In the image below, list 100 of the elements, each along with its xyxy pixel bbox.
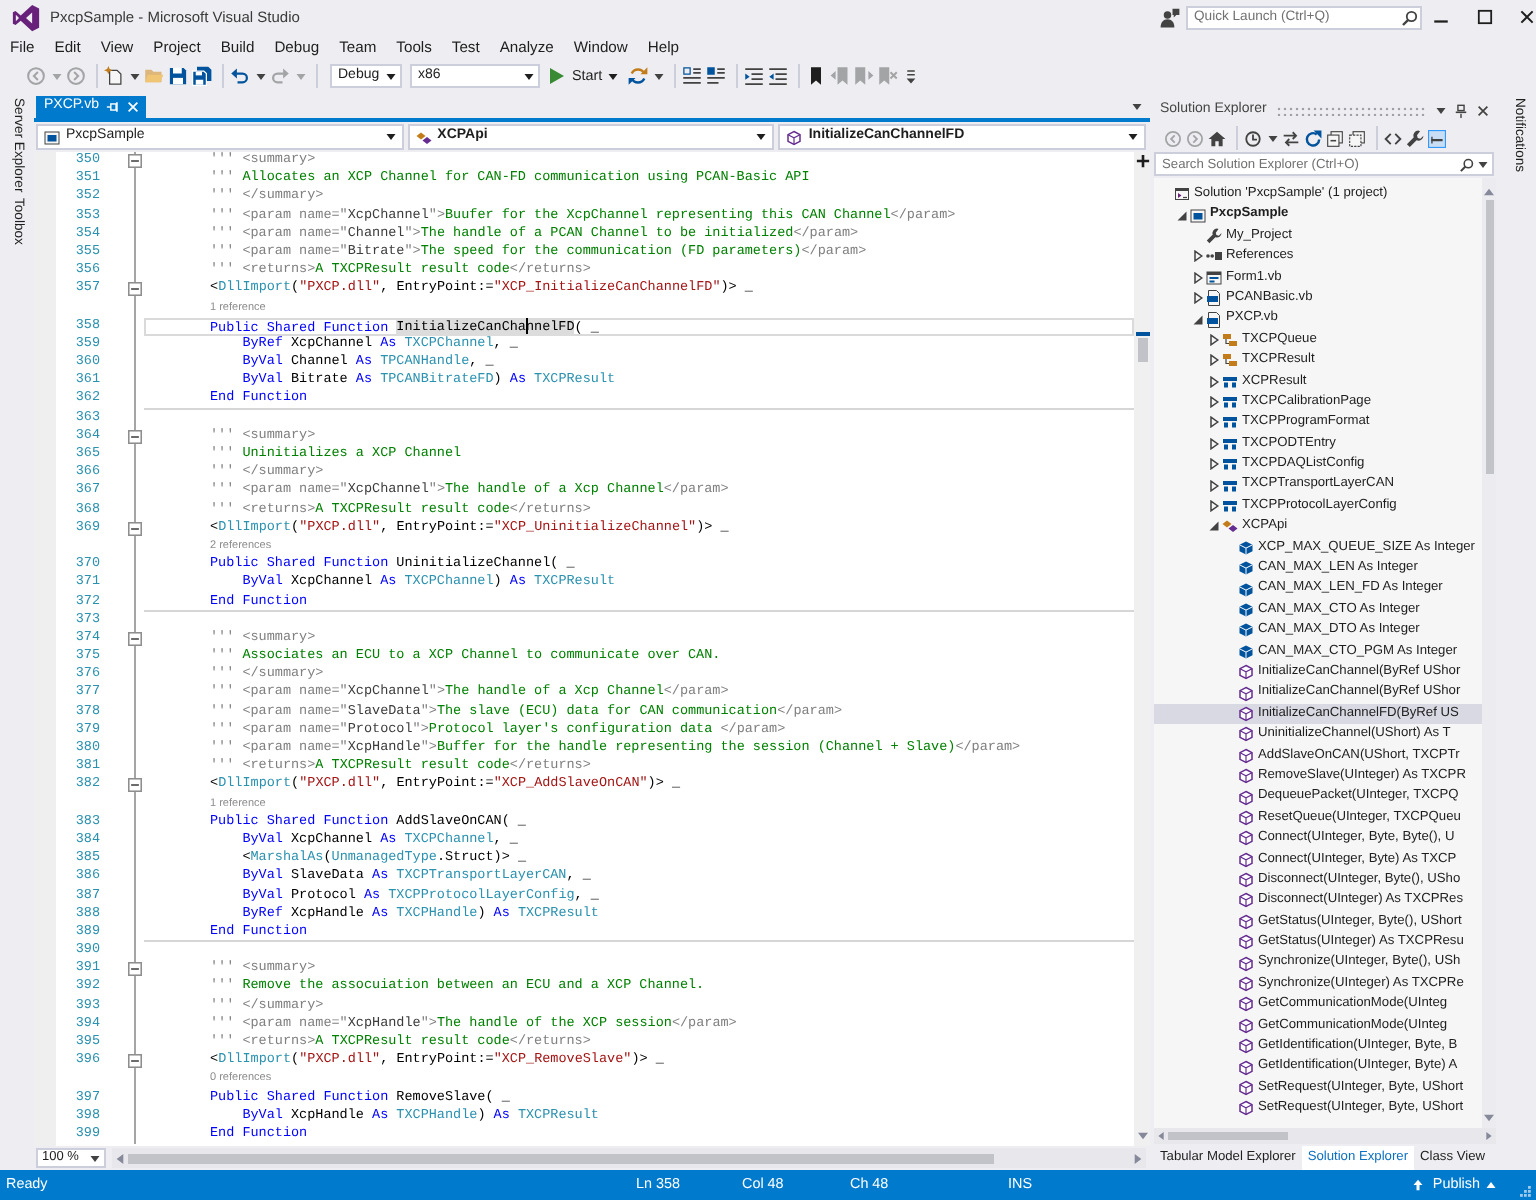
resize-grip-icon[interactable] [1520, 1185, 1532, 1197]
tree-arrow-icon[interactable] [1192, 313, 1204, 326]
cube-outline-icon [1238, 913, 1254, 930]
cube-outline-icon [1238, 1100, 1254, 1117]
pin-icon[interactable] [105, 100, 119, 114]
swap-arrows-icon[interactable] [1282, 129, 1300, 147]
project-box-icon [44, 129, 60, 145]
angle-brackets-icon[interactable] [1384, 129, 1402, 147]
wrench-icon[interactable] [1406, 129, 1424, 147]
tree-arrow-icon[interactable] [1208, 500, 1220, 513]
scroll-left-icon[interactable] [1158, 1132, 1164, 1140]
caret-icon[interactable] [1268, 135, 1278, 141]
collapse-icon[interactable] [128, 154, 142, 169]
caret-icon [1486, 1181, 1496, 1188]
caret-icon [524, 73, 534, 79]
collapse-icon[interactable] [128, 282, 142, 297]
stacked-pages-icon[interactable] [1326, 129, 1344, 147]
scrollbar-thumb[interactable] [128, 1153, 994, 1163]
tree-arrow-icon[interactable] [1192, 250, 1204, 263]
scrollbar-thumb[interactable] [1168, 1132, 1288, 1140]
cube-outline-icon [1238, 1017, 1254, 1034]
tree-arrow-icon[interactable] [1208, 333, 1220, 346]
collapse-icon[interactable] [128, 521, 142, 536]
scroll-left-icon[interactable] [116, 1153, 124, 1163]
curved-arrow-icon[interactable] [230, 66, 250, 86]
cube-outline-icon [1238, 955, 1254, 972]
project-box-icon [1190, 207, 1206, 224]
caret-icon[interactable] [256, 73, 266, 79]
drag-grip[interactable] [1276, 105, 1426, 115]
stacked-pages-icon[interactable] [1348, 129, 1366, 147]
caret-icon [90, 1155, 100, 1161]
tree-arrow-icon[interactable] [1192, 292, 1204, 305]
scroll-right-icon[interactable] [1486, 1132, 1492, 1140]
collapse-icon[interactable] [128, 429, 142, 444]
tree-arrow-icon[interactable] [1208, 520, 1220, 533]
caret-icon [756, 134, 767, 140]
collapse-icon[interactable] [128, 962, 142, 977]
cube-icon [1238, 643, 1254, 660]
tree-arrow-icon[interactable] [1208, 479, 1220, 492]
struct-icon [1222, 373, 1238, 390]
text-cursor-icon [525, 317, 528, 334]
cube-outline-icon [1238, 809, 1254, 826]
pin-icon[interactable] [1454, 103, 1468, 117]
tree-arrow-icon[interactable] [1208, 375, 1220, 388]
scroll-down-icon[interactable] [1484, 1114, 1494, 1122]
cube-outline-icon [1238, 996, 1254, 1013]
bookmark-icon[interactable] [806, 66, 827, 86]
close-icon[interactable] [1518, 8, 1536, 26]
circular-arrows-icon[interactable] [628, 66, 649, 86]
refresh-icon[interactable] [1304, 129, 1322, 147]
caret-icon [608, 73, 619, 79]
tree-arrow-icon[interactable] [1192, 271, 1204, 284]
caret-icon[interactable] [654, 73, 665, 79]
close-icon[interactable] [1476, 103, 1490, 117]
scrollbar-thumb[interactable] [1137, 338, 1147, 362]
cube-outline-icon [1238, 685, 1254, 702]
new-page-icon[interactable] [104, 66, 124, 86]
struct-icon [1222, 435, 1238, 452]
overflow-icon[interactable] [906, 66, 917, 86]
cube-outline-icon [1238, 768, 1254, 785]
tree-arrow-icon[interactable] [1176, 209, 1188, 222]
caret-icon [386, 73, 396, 79]
clock-icon[interactable] [1244, 129, 1262, 147]
tree-arrow-icon[interactable] [1208, 354, 1220, 367]
cube-outline-icon [1238, 830, 1254, 847]
cube-outline-icon [1238, 1059, 1254, 1076]
maximize-icon[interactable] [1476, 8, 1494, 26]
home-icon[interactable] [1208, 129, 1226, 147]
indented-lines-icon[interactable] [768, 66, 789, 86]
collapse-icon[interactable] [128, 631, 142, 646]
struct-icon [1222, 414, 1238, 431]
text-lines-icon[interactable] [706, 66, 727, 86]
scroll-right-icon[interactable] [1134, 1153, 1142, 1163]
struct-icon [1222, 456, 1238, 473]
cube-outline-icon [1238, 851, 1254, 868]
caret-icon[interactable] [130, 73, 140, 79]
tree-arrow-icon[interactable] [1208, 437, 1220, 450]
cube-outline-icon [786, 129, 803, 145]
scrollbar-thumb[interactable] [1485, 200, 1493, 474]
caret-icon[interactable] [1436, 107, 1446, 113]
scroll-up-icon[interactable] [1484, 188, 1494, 196]
collapse-icon[interactable] [128, 1054, 142, 1069]
tree-arrow-icon[interactable] [1208, 458, 1220, 471]
floppy-disks-icon[interactable] [192, 66, 212, 86]
scroll-down-icon[interactable] [1137, 1132, 1147, 1140]
cube-outline-icon [1238, 976, 1254, 993]
caret-icon [385, 134, 396, 140]
collapse-icon[interactable] [128, 778, 142, 793]
text-lines-icon[interactable] [682, 66, 703, 86]
indented-lines-icon[interactable] [744, 66, 765, 86]
caret-icon [1128, 134, 1139, 140]
caret-icon[interactable] [1132, 104, 1142, 110]
plus-icon[interactable] [1135, 154, 1149, 168]
tree-arrow-icon[interactable] [1208, 396, 1220, 409]
up-arrow-icon [1412, 1177, 1425, 1192]
cube-outline-icon [1238, 664, 1254, 681]
dash-icon[interactable] [1428, 129, 1446, 147]
tree-arrow-icon[interactable] [1208, 416, 1220, 429]
cube-outline-icon [1238, 872, 1254, 889]
person-icon[interactable] [1160, 7, 1180, 27]
